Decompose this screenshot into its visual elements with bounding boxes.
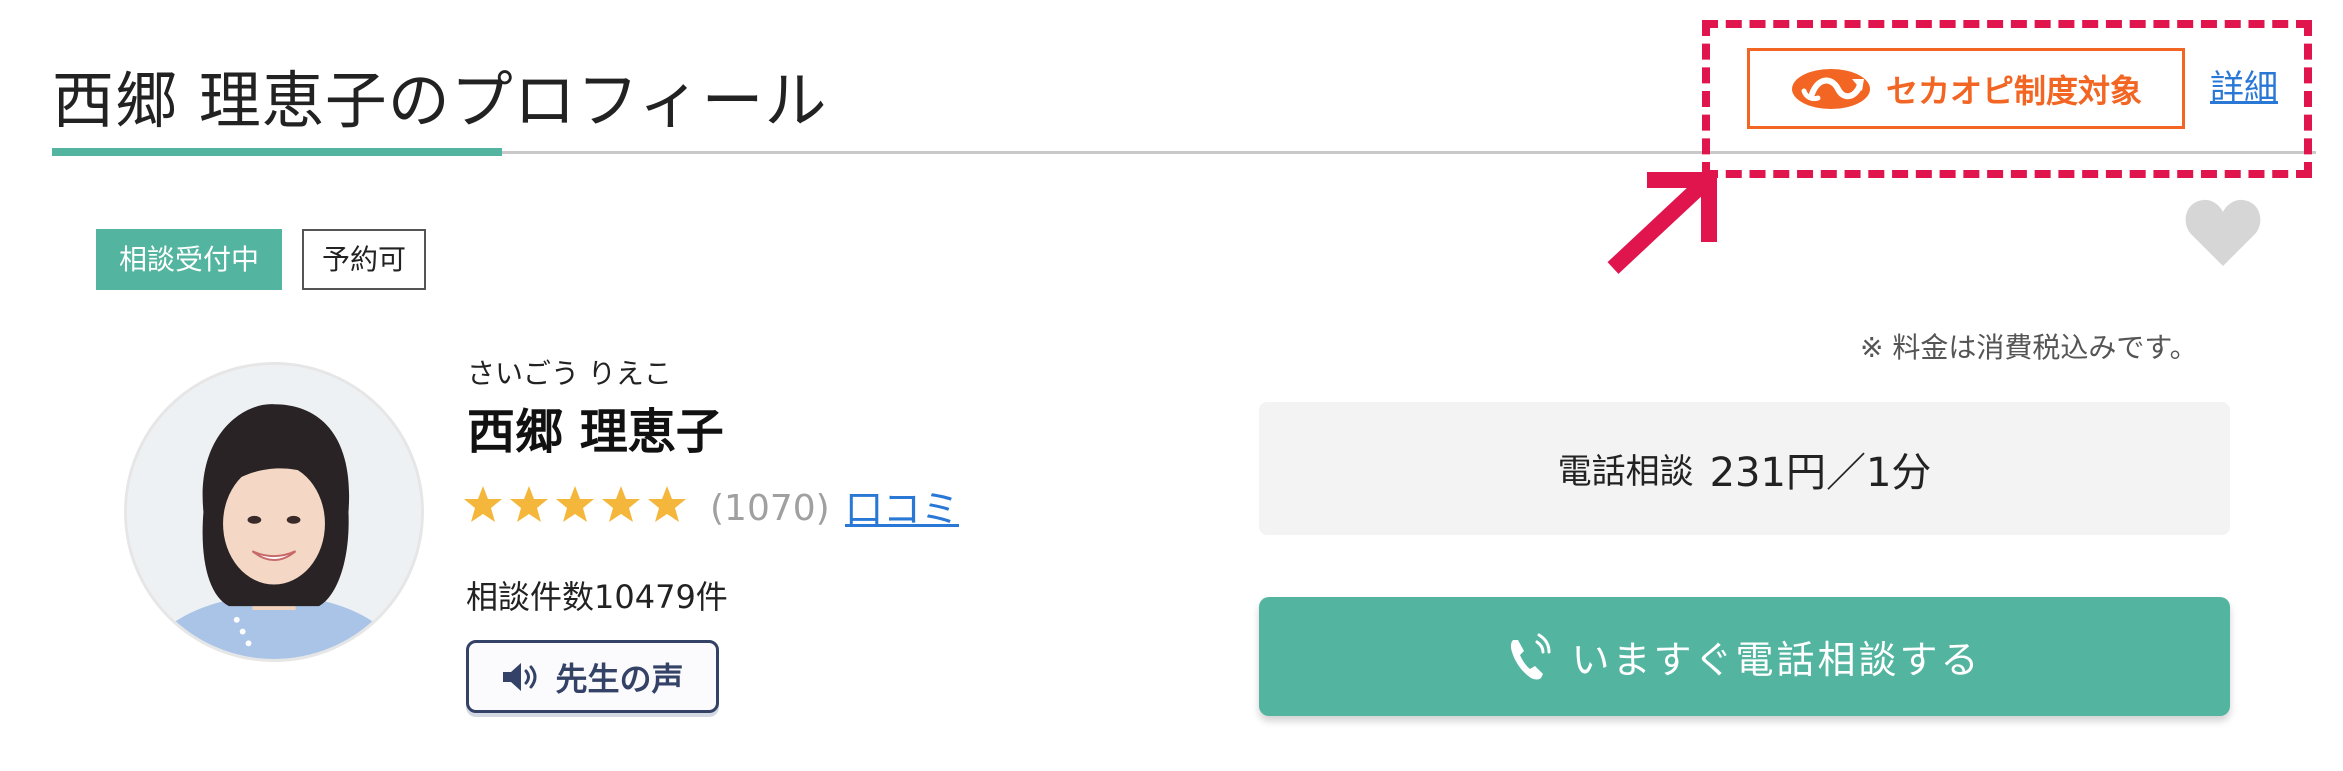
price-box: 電話相談 231円／1分: [1259, 402, 2230, 535]
consultation-count: 相談件数10479件: [466, 578, 728, 616]
counselor-name: 西郷 理恵子: [467, 404, 724, 460]
voice-button[interactable]: 先生の声: [466, 640, 719, 713]
star-icon: [464, 486, 502, 522]
counselor-photo: [127, 365, 421, 659]
sekaopi-badge[interactable]: セカオピ制度対象: [1747, 48, 2185, 129]
detail-link[interactable]: 詳細: [2210, 62, 2278, 114]
price-value: 231円／1分: [1709, 449, 1932, 496]
rating-stars: [463, 484, 687, 524]
call-now-button[interactable]: いますぐ電話相談する: [1259, 597, 2230, 716]
reserve-badge: 予約可: [302, 229, 426, 290]
review-link[interactable]: 口コミ: [845, 487, 959, 531]
star-icon: [648, 486, 686, 522]
callout-arrow-icon: [1607, 172, 1717, 274]
avatar: [124, 362, 424, 662]
price-label: 電話相談: [1557, 452, 1694, 492]
call-button-label: いますぐ電話相談する: [1571, 638, 1982, 682]
voice-button-label: 先生の声: [555, 659, 684, 698]
review-count: (1070): [710, 488, 830, 529]
sekaopi-badge-label: セカオピ制度対象: [1885, 71, 2142, 110]
title-accent-bar: [52, 148, 502, 156]
tax-note: ※ 料金は消費税込みです。: [1860, 331, 2198, 364]
status-badge: 相談受付中: [96, 229, 282, 290]
sekaopi-logo-icon: [1791, 68, 1870, 109]
star-icon: [602, 486, 640, 522]
page-title: 西郷 理恵子のプロフィール: [52, 64, 828, 137]
heart-icon[interactable]: [2183, 196, 2263, 268]
star-icon: [556, 486, 594, 522]
name-kana: さいごう りえこ: [467, 357, 672, 390]
speaker-icon: [503, 662, 537, 691]
star-icon: [510, 486, 548, 522]
phone-icon: [1511, 633, 1551, 679]
